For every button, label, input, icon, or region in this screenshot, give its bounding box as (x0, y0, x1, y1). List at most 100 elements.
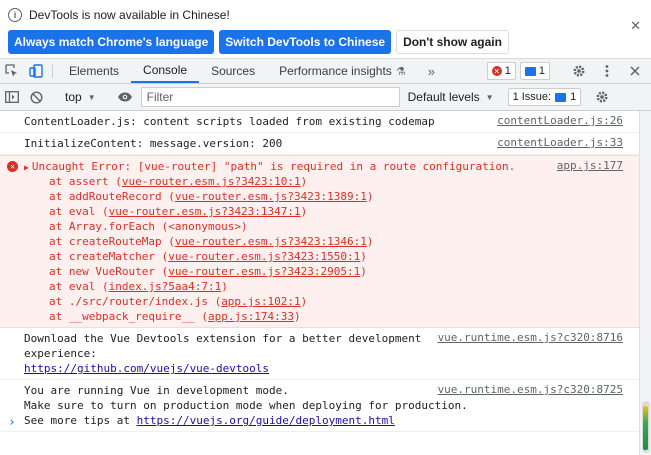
error-entry: ✕ ▶ Uncaught Error: [vue-router] "path" i… (0, 155, 639, 328)
stack-frame-text: ) (360, 265, 367, 278)
context-selector[interactable]: top ▼ (57, 90, 104, 104)
match-chrome-language-button[interactable]: Always match Chrome's language (8, 30, 215, 54)
divider (52, 64, 53, 78)
stack-frame-text: at assert ( (49, 175, 122, 188)
tab-elements[interactable]: Elements (57, 59, 131, 83)
devtools-tabbar: Elements Console Sources Performance ins… (0, 59, 651, 84)
stack-frame-link[interactable]: vue-router.esm.js?3423:1346:1 (175, 235, 367, 248)
issues-label: 1 Issue: (512, 91, 552, 103)
stack-frame-text: at createMatcher ( (49, 250, 169, 263)
stack-frame: at eval (vue-router.esm.js?3423:1347:1) (24, 204, 639, 219)
infobar-message: DevTools is now available in Chinese! (29, 8, 230, 22)
stack-frame: at createMatcher (vue-router.esm.js?3423… (24, 249, 639, 264)
switch-to-chinese-button[interactable]: Switch DevTools to Chinese (219, 30, 392, 54)
stack-frame-link[interactable]: vue-router.esm.js?3423:1550:1 (168, 250, 360, 263)
log-entry: InitializeContent: message.version: 200 … (0, 133, 639, 155)
stack-frame-text: at Array.forEach (<anonymous>) (49, 220, 248, 233)
source-link[interactable]: contentLoader.js:26 (497, 114, 623, 127)
log-message: See more tips at (24, 414, 137, 427)
stack-frame-link[interactable]: vue-router.esm.js?3423:2905:1 (168, 265, 360, 278)
chevron-down-icon: ▼ (485, 92, 494, 102)
expand-triangle-icon[interactable]: ▶ (24, 163, 29, 172)
tab-sources[interactable]: Sources (199, 59, 267, 83)
stack-frame-link[interactable]: vue-router.esm.js?3423:10:1 (122, 175, 301, 188)
message-count: 1 (538, 65, 545, 77)
source-link[interactable]: vue.runtime.esm.js?c320:8716 (438, 331, 623, 344)
more-options-icon[interactable] (595, 64, 619, 78)
error-count: 1 (504, 65, 511, 77)
tab-performance-insights-label: Performance insights (279, 64, 392, 78)
close-devtools-icon[interactable] (623, 66, 647, 76)
tab-console[interactable]: Console (131, 59, 200, 83)
context-label: top (65, 90, 82, 104)
info-icon: i (8, 8, 22, 22)
tab-performance-insights[interactable]: Performance insights ⚗ (267, 59, 418, 83)
stack-frame-text: at ./src/router/index.js ( (49, 295, 222, 308)
log-entry: ContentLoader.js: content scripts loaded… (0, 111, 639, 133)
language-infobar: i DevTools is now available in Chinese! … (0, 0, 651, 59)
console-scrollbar[interactable] (639, 111, 651, 455)
source-link[interactable]: app.js:177 (557, 159, 623, 172)
clear-console-icon[interactable] (24, 90, 48, 104)
error-message: Uncaught Error: [vue-router] "path" is r… (31, 160, 516, 173)
log-levels-dropdown[interactable]: Default levels ▼ (408, 90, 494, 104)
log-message: experience: (24, 347, 97, 360)
log-entry: You are running Vue in development mode.… (0, 380, 639, 432)
stack-frame: at addRouteRecord (vue-router.esm.js?342… (24, 189, 639, 204)
sidebar-toggle-icon[interactable] (0, 91, 24, 103)
stack-frame-text: at __webpack_require__ ( (49, 310, 208, 323)
stack-frame-text: at eval ( (49, 205, 109, 218)
error-counter[interactable]: ✕ 1 (486, 62, 516, 80)
stack-frame: at eval (index.js?5aa4:7:1) (24, 279, 639, 294)
console-toolbar: top ▼ Default levels ▼ 1 Issue: 1 (0, 84, 651, 111)
stack-frame-text: at createRouteMap ( (49, 235, 175, 248)
source-link[interactable]: contentLoader.js:33 (497, 136, 623, 149)
experiment-flask-icon: ⚗ (395, 65, 406, 78)
error-icon: ✕ (7, 161, 18, 172)
stack-frame: at ./src/router/index.js (app.js:102:1) (24, 294, 639, 309)
stack-frame: at assert (vue-router.esm.js?3423:10:1) (24, 174, 639, 189)
issues-button[interactable]: 1 Issue: 1 (507, 88, 582, 106)
stack-frame-text: at eval ( (49, 280, 109, 293)
scroll-indicator (643, 406, 648, 450)
stack-frame-text: ) (366, 190, 374, 203)
stack-frame: at Array.forEach (<anonymous>) (24, 219, 639, 234)
settings-gear-icon[interactable] (567, 64, 591, 78)
stack-frame: at __webpack_require__ (app.js:174:33) (24, 309, 639, 324)
stack-frame-text: ) (300, 205, 308, 218)
device-toolbar-icon[interactable] (24, 59, 48, 83)
stack-frame-text: ) (366, 235, 374, 248)
log-entry: Download the Vue Devtools extension for … (0, 328, 639, 380)
stack-frame-link[interactable]: app.js:102:1 (221, 295, 300, 308)
stack-frame: at new VueRouter (vue-router.esm.js?3423… (24, 264, 639, 279)
filter-input[interactable] (140, 87, 400, 107)
stack-frame-text: ) (221, 280, 228, 293)
message-counter[interactable]: 1 (519, 62, 550, 80)
console-settings-gear-icon[interactable] (590, 90, 614, 104)
dont-show-again-button[interactable]: Don't show again (396, 30, 509, 54)
log-levels-label: Default levels (407, 90, 480, 104)
devtools-url-link[interactable]: https://github.com/vuejs/vue-devtools (24, 362, 269, 375)
inspect-element-icon[interactable] (0, 59, 24, 83)
more-tabs-button[interactable]: » (418, 59, 445, 83)
close-icon[interactable]: ✕ (630, 18, 641, 34)
error-icon: ✕ (491, 66, 502, 76)
console-log[interactable]: ContentLoader.js: content scripts loaded… (0, 111, 639, 455)
stack-frame-text: ) (300, 295, 308, 308)
live-expression-eye-icon[interactable] (113, 92, 137, 102)
stack-trace: at assert (vue-router.esm.js?3423:10:1) a… (24, 174, 639, 324)
stack-frame-text: ) (360, 250, 367, 263)
deployment-url-link[interactable]: https://vuejs.org/guide/deployment.html (137, 414, 395, 427)
stack-frame-text: ) (294, 310, 301, 323)
stack-frame-link[interactable]: vue-router.esm.js?3423:1347:1 (109, 205, 301, 218)
stack-frame-link[interactable]: index.js?5aa4:7:1 (109, 280, 222, 293)
chevron-down-icon: ▼ (87, 92, 96, 102)
stack-frame: at createRouteMap (vue-router.esm.js?342… (24, 234, 639, 249)
stack-frame-link[interactable]: vue-router.esm.js?3423:1389:1 (175, 190, 367, 203)
message-icon (524, 66, 536, 76)
console-prompt-icon[interactable]: › (8, 415, 16, 430)
stack-frame-text: at addRouteRecord ( (49, 190, 175, 203)
stack-frame-link[interactable]: app.js:174:33 (208, 310, 294, 323)
stack-frame-text: ) (300, 175, 308, 188)
source-link[interactable]: vue.runtime.esm.js?c320:8725 (438, 383, 623, 396)
